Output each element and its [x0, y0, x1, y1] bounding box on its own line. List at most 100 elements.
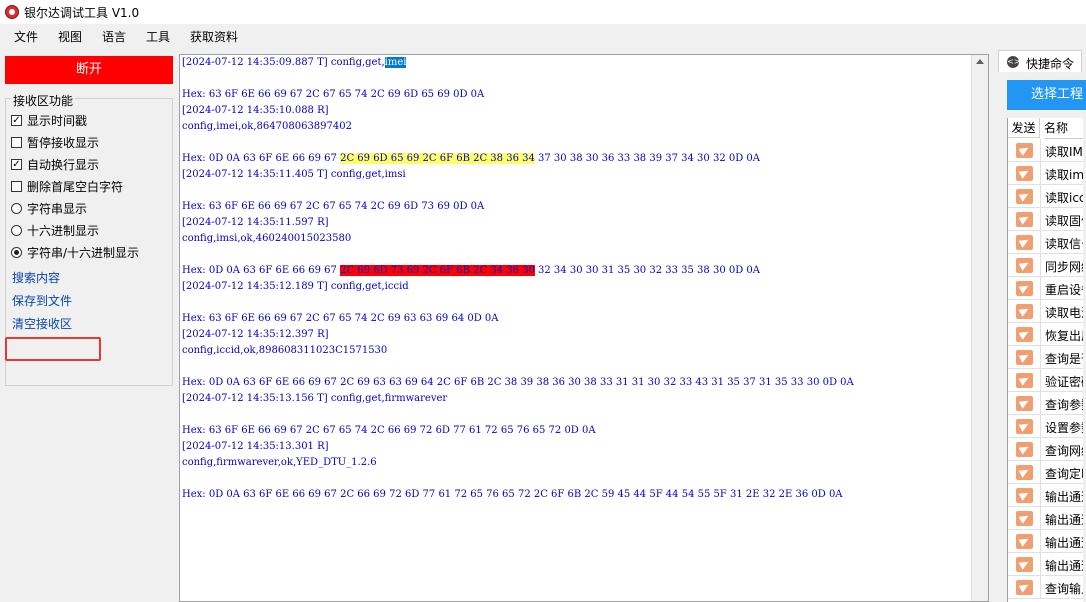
title-bar: 银尔达调试工具 V1.0: [0, 0, 1086, 24]
column-divider: [1040, 392, 1041, 415]
menu-item[interactable]: 获取资料: [190, 28, 238, 45]
menu-item[interactable]: 工具: [146, 28, 170, 45]
log-line: [2024-07-12 14:35:11.597 R]: [182, 217, 329, 228]
send-icon[interactable]: [1016, 419, 1033, 434]
save-to-file-link[interactable]: 保存到文件: [12, 292, 72, 309]
log-text: [2024-07-12 14:35:13.301 R]: [182, 441, 329, 452]
command-row[interactable]: 验证密码: [1008, 369, 1083, 392]
command-row[interactable]: 重启设备: [1008, 277, 1083, 300]
send-icon[interactable]: [1016, 511, 1033, 526]
scroll-up-arrow-icon[interactable]: [976, 59, 984, 64]
command-row[interactable]: 读取电池: [1008, 300, 1083, 323]
command-row[interactable]: 同步网络: [1008, 254, 1083, 277]
checkbox-empty-icon[interactable]: [11, 181, 22, 192]
send-icon[interactable]: [1016, 488, 1033, 503]
log-text: config,iccid,ok,898608311023C1571530: [182, 345, 388, 356]
send-icon[interactable]: [1016, 350, 1033, 365]
column-divider: [1040, 369, 1041, 392]
checkbox-option[interactable]: 暂停接收显示: [11, 134, 99, 152]
log-line: [2024-07-12 14:35:12.189 T] config,get,i…: [182, 281, 409, 292]
checkbox-empty-icon[interactable]: [11, 137, 22, 148]
column-divider: [1040, 139, 1041, 162]
menu-bar: 文件 视图 语言 工具 获取资料: [0, 24, 1086, 46]
send-icon[interactable]: [1016, 557, 1033, 572]
menu-item[interactable]: 视图: [58, 28, 82, 45]
radio-selected-icon[interactable]: [11, 247, 22, 258]
command-row[interactable]: 读取固件: [1008, 208, 1083, 231]
log-text: Hex: 63 6F 6E 66 69 67 2C 67 65 74 2C 66…: [182, 425, 596, 436]
left-panel: 断开 接收区功能 ✓ 显示时间戳 暂停接收显示 ✓ 自动换行显示 删除首尾空白字符 字符串显…: [0, 50, 178, 602]
command-row[interactable]: 查询是否: [1008, 346, 1083, 369]
column-header-name[interactable]: 名称: [1044, 118, 1083, 139]
command-row[interactable]: 读取iccid: [1008, 185, 1083, 208]
command-name: 读取固件: [1045, 214, 1083, 228]
highlight-box: [5, 337, 101, 361]
column-divider: [1040, 415, 1041, 438]
send-icon[interactable]: [1016, 258, 1033, 273]
log-line: Hex: 63 6F 6E 66 69 67 2C 67 65 74 2C 66…: [182, 425, 596, 436]
checkbox-option[interactable]: ✓ 显示时间戳: [11, 112, 87, 130]
command-row[interactable]: 输出通道: [1008, 530, 1083, 553]
log-text: [2024-07-12 14:35:13.156 T] config,get,f…: [182, 393, 448, 404]
receive-area[interactable]: [2024-07-12 14:35:09.887 T] config,get,i…: [179, 54, 989, 602]
disconnect-button[interactable]: 断开: [5, 56, 173, 84]
command-row[interactable]: 设置参数: [1008, 415, 1083, 438]
vertical-scrollbar[interactable]: [971, 55, 988, 601]
right-panel: <> 快捷命令 选择工程 发送 名称 读取IMEI 读取imsi 读取iccid 读取…: [996, 50, 1086, 602]
send-icon[interactable]: [1016, 304, 1033, 319]
radio-option[interactable]: 十六进制显示: [11, 222, 99, 240]
send-icon[interactable]: [1016, 212, 1033, 227]
search-content-link[interactable]: 搜索内容: [12, 269, 60, 286]
log-text: [2024-07-12 14:35:11.597 R]: [182, 217, 329, 228]
send-icon[interactable]: [1016, 465, 1033, 480]
send-icon[interactable]: [1016, 580, 1033, 595]
command-table: 发送 名称 读取IMEI 读取imsi 读取iccid 读取固件读取信号同步网络重启设…: [1007, 118, 1083, 602]
clear-receive-link[interactable]: 清空接收区: [12, 315, 72, 332]
checkbox-checked-icon[interactable]: ✓: [11, 159, 22, 170]
send-icon[interactable]: [1016, 235, 1033, 250]
log-text: 32 34 30 30 31 35 30 32 33 35 38 30 0D 0…: [534, 265, 761, 276]
radio-option[interactable]: 字符串显示: [11, 200, 87, 218]
tab-quick-commands[interactable]: <> 快捷命令: [998, 50, 1082, 72]
send-icon[interactable]: [1016, 442, 1033, 457]
column-divider: [1040, 461, 1041, 484]
send-icon[interactable]: [1016, 281, 1033, 296]
send-icon[interactable]: [1016, 396, 1033, 411]
log-line: [2024-07-12 14:35:10.088 R]: [182, 105, 329, 116]
log-line: config,imei,ok,864708063897402: [182, 121, 352, 132]
tab-label: 快捷命令: [1026, 57, 1075, 71]
command-row[interactable]: 读取IMEI: [1008, 139, 1083, 162]
radio-empty-icon[interactable]: [11, 203, 22, 214]
command-row[interactable]: 查询输入: [1008, 576, 1083, 599]
command-row[interactable]: 读取信号: [1008, 231, 1083, 254]
send-icon[interactable]: [1016, 189, 1033, 204]
send-icon[interactable]: [1016, 373, 1033, 388]
option-label: 自动换行显示: [27, 158, 100, 172]
command-row[interactable]: 输出通道: [1008, 553, 1083, 576]
send-icon[interactable]: [1016, 534, 1033, 549]
log-line: Hex: 63 6F 6E 66 69 67 2C 67 65 74 2C 69…: [182, 313, 499, 324]
command-row[interactable]: 查询参数: [1008, 392, 1083, 415]
command-row[interactable]: 恢复出厂: [1008, 323, 1083, 346]
checkbox-option[interactable]: ✓ 自动换行显示: [11, 156, 99, 174]
column-header-send[interactable]: 发送: [1008, 118, 1040, 138]
log-text: 37 30 38 30 36 33 38 39 37 34 30 32 0D 0…: [534, 153, 761, 164]
column-divider: [1040, 438, 1041, 461]
send-icon[interactable]: [1016, 327, 1033, 342]
radio-option[interactable]: 字符串/十六进制显示: [11, 244, 139, 262]
select-project-button[interactable]: 选择工程: [1007, 80, 1086, 110]
command-row[interactable]: 查询网络: [1008, 438, 1083, 461]
radio-empty-icon[interactable]: [11, 225, 22, 236]
send-icon[interactable]: [1016, 166, 1033, 181]
command-row[interactable]: 读取imsi: [1008, 162, 1083, 185]
option-label: 删除首尾空白字符: [27, 180, 124, 194]
command-row[interactable]: 输出通道: [1008, 484, 1083, 507]
command-row[interactable]: 查询定时: [1008, 461, 1083, 484]
checkbox-option[interactable]: 删除首尾空白字符: [11, 178, 123, 196]
menu-item[interactable]: 语言: [102, 28, 126, 45]
command-name: 读取iccid: [1045, 191, 1083, 205]
menu-item[interactable]: 文件: [14, 28, 38, 45]
send-icon[interactable]: [1016, 143, 1033, 158]
command-row[interactable]: 输出通道: [1008, 507, 1083, 530]
checkbox-checked-icon[interactable]: ✓: [11, 115, 22, 126]
